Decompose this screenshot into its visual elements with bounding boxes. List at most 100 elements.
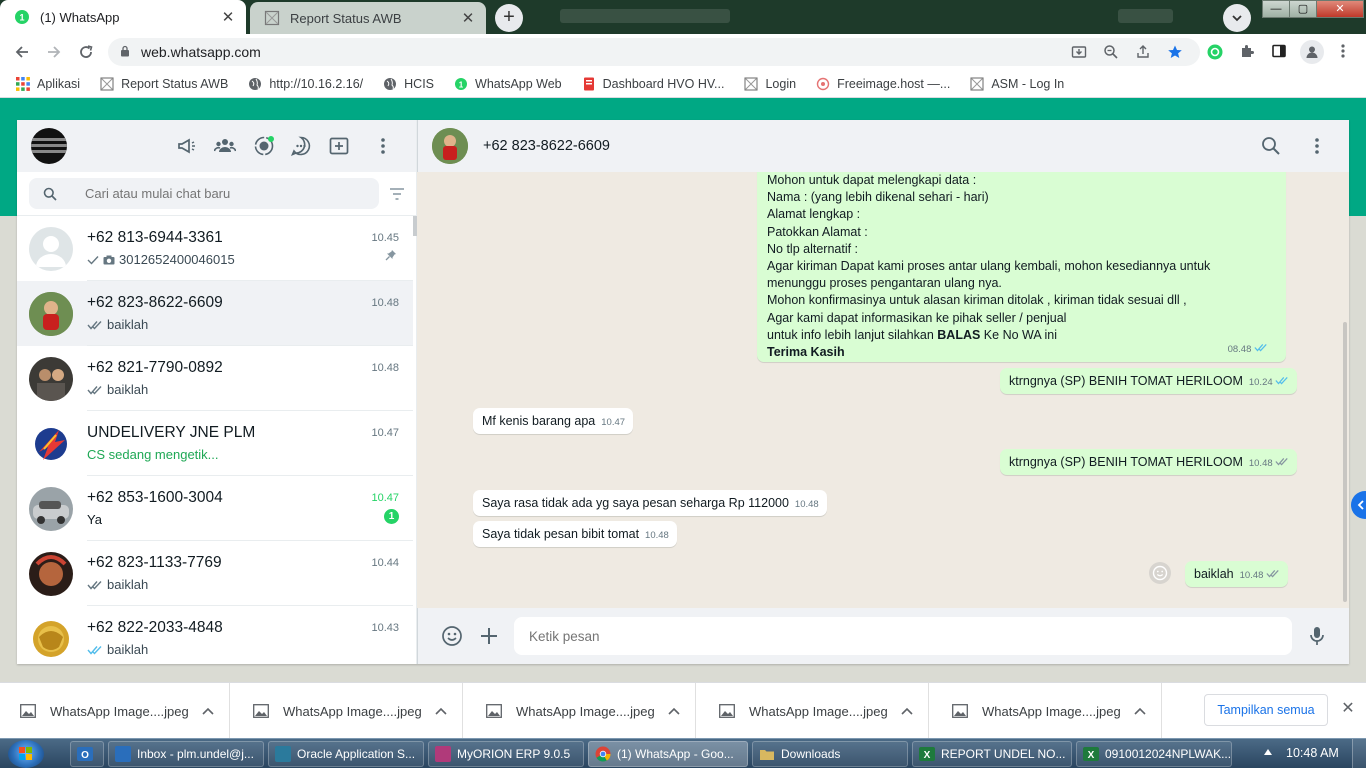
taskbar-item[interactable]: X REPORT UNDEL NO...: [912, 741, 1072, 767]
download-item[interactable]: WhatsApp Image....jpeg: [699, 683, 929, 739]
bookmark-apps[interactable]: Aplikasi: [16, 76, 80, 91]
message-input-box[interactable]: [514, 617, 1292, 655]
jne-logo-avatar: [29, 421, 73, 466]
reload-button[interactable]: [74, 40, 98, 64]
chat-item[interactable]: +62 822-2033-4848 10.43 baiklah: [17, 606, 413, 664]
contact-avatar[interactable]: [432, 128, 468, 164]
contact-avatar: [29, 356, 73, 401]
communities-icon[interactable]: [214, 135, 236, 157]
side-edge-button[interactable]: [1351, 491, 1366, 519]
zoom-icon[interactable]: [1102, 44, 1120, 62]
bookmark-label: Login: [765, 76, 797, 91]
chevron-up-icon[interactable]: [434, 707, 448, 715]
address-bar[interactable]: web.whatsapp.com: [108, 38, 1200, 66]
taskbar-item[interactable]: Oracle Application S...: [268, 741, 424, 767]
message-bubble-incoming[interactable]: Mf kenis barang apa 10.47: [473, 408, 634, 434]
taskbar-item[interactable]: (1) WhatsApp - Goo...: [588, 741, 748, 767]
tab-close-icon[interactable]: ✕: [460, 9, 476, 27]
message-bubble-outgoing[interactable]: ktrngnya (SP) BENIH TOMAT HERILOOM 10.48: [1000, 449, 1298, 475]
message-bubble-outgoing[interactable]: ktrngnya (SP) BENIH TOMAT HERILOOM 10.24: [1000, 368, 1298, 394]
back-button[interactable]: [10, 40, 34, 64]
forward-button[interactable]: [42, 40, 66, 64]
tab-search-button[interactable]: [1223, 4, 1251, 32]
message-bubble-incoming[interactable]: Saya tidak pesan bibit tomat 10.48: [473, 521, 677, 547]
bookmark-asm-login[interactable]: ASM - Log In: [970, 77, 1064, 91]
unread-badge: 1: [384, 509, 399, 524]
search-input[interactable]: [85, 178, 365, 209]
emoji-icon[interactable]: [441, 625, 463, 647]
show-all-downloads-button[interactable]: Tampilkan semua: [1204, 694, 1328, 726]
system-clock[interactable]: 10:48 AM: [1286, 746, 1339, 760]
channels-icon[interactable]: [290, 135, 312, 157]
bookmark-hcis[interactable]: HCIS: [383, 77, 434, 91]
close-downloads-icon[interactable]: ✕: [1340, 701, 1356, 717]
install-app-icon[interactable]: [1070, 44, 1088, 62]
window-close-button[interactable]: ✕: [1316, 0, 1364, 18]
download-item[interactable]: WhatsApp Image....jpeg: [466, 683, 696, 739]
taskbar-item[interactable]: X 0910012024NPLWAK...: [1076, 741, 1232, 767]
download-item[interactable]: WhatsApp Image....jpeg: [0, 683, 230, 739]
bookmark-dashboard-hvo[interactable]: Dashboard HVO HV...: [582, 77, 724, 91]
taskbar-item[interactable]: MyORION ERP 9.0.5: [428, 741, 584, 767]
chat-item[interactable]: +62 823-8622-6609 10.48 baiklah: [17, 281, 413, 346]
search-box[interactable]: [29, 178, 379, 209]
message-text: Mf kenis barang apa: [482, 414, 596, 428]
arrow-left-icon: [15, 46, 28, 58]
bookmark-login[interactable]: Login: [744, 77, 796, 91]
menu-icon[interactable]: [372, 135, 394, 157]
chevron-up-icon[interactable]: [667, 707, 681, 715]
message-bubble-outgoing[interactable]: baiklah 10.48: [1185, 561, 1289, 587]
download-filename: WhatsApp Image....jpeg: [50, 703, 189, 719]
side-panel-icon[interactable]: [1270, 43, 1288, 61]
share-icon[interactable]: [1134, 44, 1152, 62]
download-item[interactable]: WhatsApp Image....jpeg: [932, 683, 1162, 739]
chat-item[interactable]: +62 813-6944-3361 10.45 3012652400046015: [17, 216, 413, 281]
window-minimize-button[interactable]: —: [1262, 0, 1290, 18]
show-desktop-button[interactable]: [1352, 739, 1366, 768]
bookmark-whatsapp-web[interactable]: 1 WhatsApp Web: [454, 77, 562, 91]
extensions-puzzle-icon[interactable]: [1238, 43, 1256, 61]
chevron-up-icon[interactable]: [900, 707, 914, 715]
bookmark-freeimage[interactable]: Freeimage.host —...: [816, 77, 950, 91]
taskbar-item[interactable]: Inbox - plm.undel@j...: [108, 741, 264, 767]
window-maximize-button[interactable]: ▢: [1289, 0, 1317, 18]
tab-whatsapp[interactable]: 1 (1) WhatsApp ✕: [0, 0, 246, 34]
filter-icon[interactable]: [389, 187, 405, 201]
reaction-emoji-icon[interactable]: [1149, 562, 1171, 584]
chrome-menu-icon[interactable]: [1334, 43, 1352, 61]
profile-avatar-icon[interactable]: [1300, 40, 1324, 64]
conversation-header[interactable]: +62 823-8622-6609: [417, 120, 1349, 172]
bookmark-star-icon[interactable]: [1166, 44, 1184, 62]
status-icon[interactable]: [253, 135, 275, 157]
tray-expand-icon[interactable]: [1264, 749, 1272, 755]
start-button[interactable]: [8, 740, 44, 768]
download-item[interactable]: WhatsApp Image....jpeg: [233, 683, 463, 739]
new-chat-icon[interactable]: [328, 135, 350, 157]
taskbar-item-label: REPORT UNDEL NO...: [941, 747, 1066, 761]
new-tab-button[interactable]: +: [495, 4, 523, 32]
tab-close-icon[interactable]: ✕: [220, 8, 236, 26]
my-profile-avatar[interactable]: [31, 128, 67, 164]
message-bubble-incoming[interactable]: Saya rasa tidak ada yg saya pesan seharg…: [473, 490, 827, 516]
chat-item[interactable]: UNDELIVERY JNE PLM 10.47 CS sedang menge…: [17, 411, 413, 476]
whatsapp-extension-icon[interactable]: [1206, 43, 1224, 61]
double-tick-icon: [87, 580, 102, 590]
tab-report-status-awb[interactable]: Report Status AWB ✕: [250, 2, 486, 34]
chevron-up-icon[interactable]: [1133, 707, 1147, 715]
bookmark-report-status-awb[interactable]: Report Status AWB: [100, 77, 228, 91]
search-icon[interactable]: [1261, 136, 1281, 156]
taskbar-item[interactable]: Downloads: [752, 741, 908, 767]
chat-item[interactable]: +62 821-7790-0892 10.48 baiklah: [17, 346, 413, 411]
menu-icon[interactable]: [1307, 136, 1327, 156]
chevron-up-icon[interactable]: [201, 707, 215, 715]
message-bubble-outgoing[interactable]: Mohon untuk dapat melengkapi data : Nama…: [757, 172, 1286, 362]
attach-plus-icon[interactable]: [478, 625, 500, 647]
bookmark-ip-address[interactable]: http://10.16.2.16/: [248, 77, 363, 91]
chat-item[interactable]: +62 853-1600-3004 10.47 Ya 1: [17, 476, 413, 541]
message-input[interactable]: [529, 617, 1269, 655]
microphone-icon[interactable]: [1306, 625, 1328, 647]
taskbar-outlook-icon[interactable]: O: [70, 741, 104, 767]
megaphone-icon[interactable]: [175, 135, 197, 157]
chat-item[interactable]: +62 823-1133-7769 10.44 baiklah: [17, 541, 413, 606]
conversation-scrollbar[interactable]: [1343, 322, 1347, 602]
